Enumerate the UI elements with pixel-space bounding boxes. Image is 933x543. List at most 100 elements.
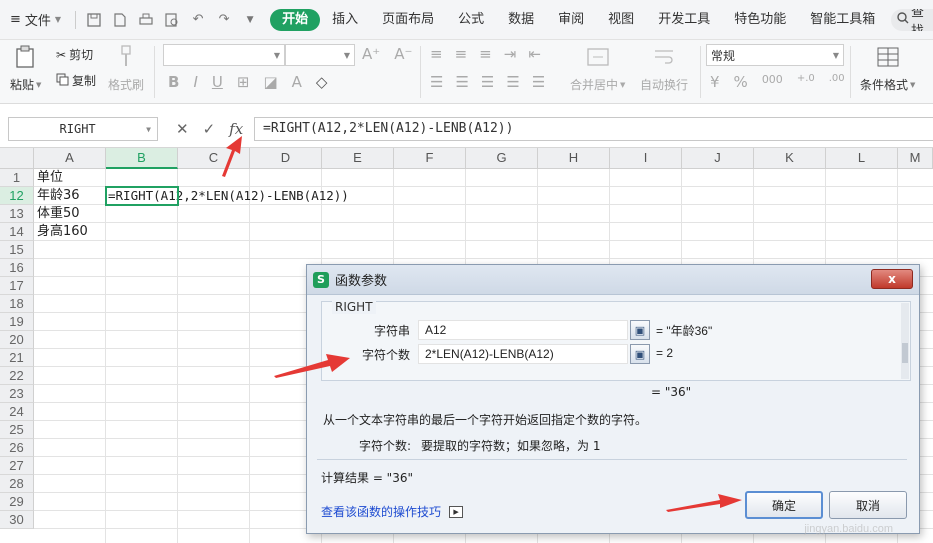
column-header-b[interactable]: B [106, 148, 178, 169]
cancel-formula-icon[interactable]: ✕ [176, 120, 189, 138]
thousands-separator-icon[interactable]: 000 [762, 73, 783, 91]
save-icon[interactable] [86, 12, 102, 28]
percent-icon[interactable]: % [734, 73, 748, 91]
search-button[interactable]: 查找 [891, 9, 933, 31]
distribute-icon[interactable]: ☰ [532, 73, 545, 91]
indent-decrease-icon[interactable]: ⇤ [528, 45, 541, 63]
column-header-d[interactable]: D [250, 148, 322, 169]
row-header[interactable]: 23 [0, 385, 34, 403]
insert-function-button[interactable]: fx [229, 120, 243, 138]
tab-insert[interactable]: 插入 [320, 9, 370, 31]
row-header[interactable]: 28 [0, 475, 34, 493]
italic-icon[interactable]: I [193, 73, 197, 91]
cancel-button[interactable]: 取消 [829, 491, 907, 519]
row-header[interactable]: 1 [0, 169, 34, 187]
select-all-corner[interactable] [0, 148, 34, 169]
conditional-format-button[interactable]: 条件格式 ▼ [860, 44, 915, 93]
merge-center-button[interactable]: 合并居中 ▼ [570, 44, 625, 93]
column-header-k[interactable]: K [754, 148, 826, 169]
number-format-select[interactable]: 常规 ▼ [706, 44, 844, 66]
row-header[interactable]: 22 [0, 367, 34, 385]
help-link[interactable]: 查看该函数的操作技巧 ▶ [321, 503, 464, 520]
formula-input[interactable]: =RIGHT(A12,2*LEN(A12)-LENB(A12)) [254, 117, 933, 141]
close-button[interactable]: x [871, 269, 913, 289]
row-header[interactable]: 20 [0, 331, 34, 349]
bold-icon[interactable]: B [168, 73, 179, 91]
dialog-title-bar[interactable]: S 函数参数 x [307, 265, 919, 295]
align-top-icon[interactable]: ≡ [430, 45, 443, 63]
cell-a12[interactable]: 年龄36 [35, 187, 80, 205]
currency-icon[interactable]: ¥ [710, 73, 720, 91]
font-size-select[interactable]: ▼ [285, 44, 355, 66]
column-header-m[interactable]: M [898, 148, 933, 169]
row-header[interactable]: 30 [0, 511, 34, 529]
tab-page-layout[interactable]: 页面布局 [370, 9, 446, 31]
arg-input-num-chars[interactable]: 2*LEN(A12)-LENB(A12) [418, 344, 628, 364]
row-header[interactable]: 13 [0, 205, 34, 223]
row-header[interactable]: 15 [0, 241, 34, 259]
align-bottom-icon[interactable]: ≡ [479, 45, 492, 63]
row-header[interactable]: 21 [0, 349, 34, 367]
justify-icon[interactable]: ☰ [506, 73, 519, 91]
column-header-e[interactable]: E [322, 148, 394, 169]
paste-button[interactable]: 粘贴 ▼ [10, 44, 41, 93]
row-header[interactable]: 24 [0, 403, 34, 421]
decrease-font-icon[interactable]: A⁻ [394, 45, 412, 63]
row-header[interactable]: 26 [0, 439, 34, 457]
tab-review[interactable]: 审阅 [546, 9, 596, 31]
cell-a13[interactable]: 体重50 [35, 205, 80, 223]
customize-toolbar-icon[interactable]: ▼ [242, 12, 258, 28]
decrease-decimal-icon[interactable]: .00 [829, 73, 845, 91]
row-header[interactable]: 29 [0, 493, 34, 511]
column-header-h[interactable]: H [538, 148, 610, 169]
clear-format-icon[interactable]: ◇ [316, 73, 328, 91]
border-icon[interactable]: ⊞ [237, 73, 250, 91]
ok-button[interactable]: 确定 [745, 491, 823, 519]
undo-icon[interactable]: ↶ [190, 12, 206, 28]
column-header-g[interactable]: G [466, 148, 538, 169]
file-menu[interactable]: ≡ 文件 ▼ [0, 10, 69, 29]
align-right-icon[interactable]: ☰ [481, 73, 494, 91]
column-header-a[interactable]: A [34, 148, 106, 169]
tab-view[interactable]: 视图 [596, 9, 646, 31]
collapse-dialog-icon[interactable]: ▣ [630, 320, 650, 340]
row-header[interactable]: 19 [0, 313, 34, 331]
tab-formulas[interactable]: 公式 [446, 9, 496, 31]
tab-smart-toolbox[interactable]: 智能工具箱 [798, 9, 887, 31]
copy-button[interactable]: 复制 [56, 72, 96, 89]
export-pdf-icon[interactable] [112, 12, 128, 28]
scrollbar-thumb[interactable] [902, 343, 908, 363]
tab-data[interactable]: 数据 [496, 9, 546, 31]
confirm-formula-icon[interactable]: ✓ [203, 120, 216, 138]
row-header[interactable]: 27 [0, 457, 34, 475]
format-painter-button[interactable]: 格式刷 [108, 44, 144, 93]
font-family-select[interactable]: ▼ [163, 44, 285, 66]
cell-a14[interactable]: 身高160 [35, 223, 88, 241]
indent-increase-icon[interactable]: ⇥ [504, 45, 517, 63]
fill-color-icon[interactable]: ◪ [263, 73, 277, 91]
collapse-dialog-icon[interactable]: ▣ [630, 344, 650, 364]
underline-icon[interactable]: U [212, 73, 223, 91]
column-header-i[interactable]: I [610, 148, 682, 169]
align-middle-icon[interactable]: ≡ [455, 45, 468, 63]
font-color-icon[interactable]: A [292, 73, 302, 91]
column-header-c[interactable]: C [178, 148, 250, 169]
tab-special-features[interactable]: 特色功能 [722, 9, 798, 31]
tab-developer[interactable]: 开发工具 [646, 9, 722, 31]
wrap-text-button[interactable]: 自动换行 [640, 44, 688, 93]
row-header[interactable]: 12 [0, 187, 34, 205]
increase-font-icon[interactable]: A⁺ [362, 45, 380, 63]
column-header-l[interactable]: L [826, 148, 898, 169]
row-header[interactable]: 18 [0, 295, 34, 313]
arg-input-text[interactable]: A12 [418, 320, 628, 340]
row-header[interactable]: 14 [0, 223, 34, 241]
row-header[interactable]: 16 [0, 259, 34, 277]
cut-button[interactable]: ✂ 剪切 [56, 46, 93, 63]
align-left-icon[interactable]: ☰ [430, 73, 443, 91]
row-header[interactable]: 17 [0, 277, 34, 295]
print-icon[interactable] [138, 12, 154, 28]
args-scrollbar[interactable] [901, 303, 909, 379]
redo-icon[interactable]: ↷ [216, 12, 232, 28]
row-header[interactable]: 25 [0, 421, 34, 439]
name-box[interactable]: RIGHT ▼ [8, 117, 158, 141]
